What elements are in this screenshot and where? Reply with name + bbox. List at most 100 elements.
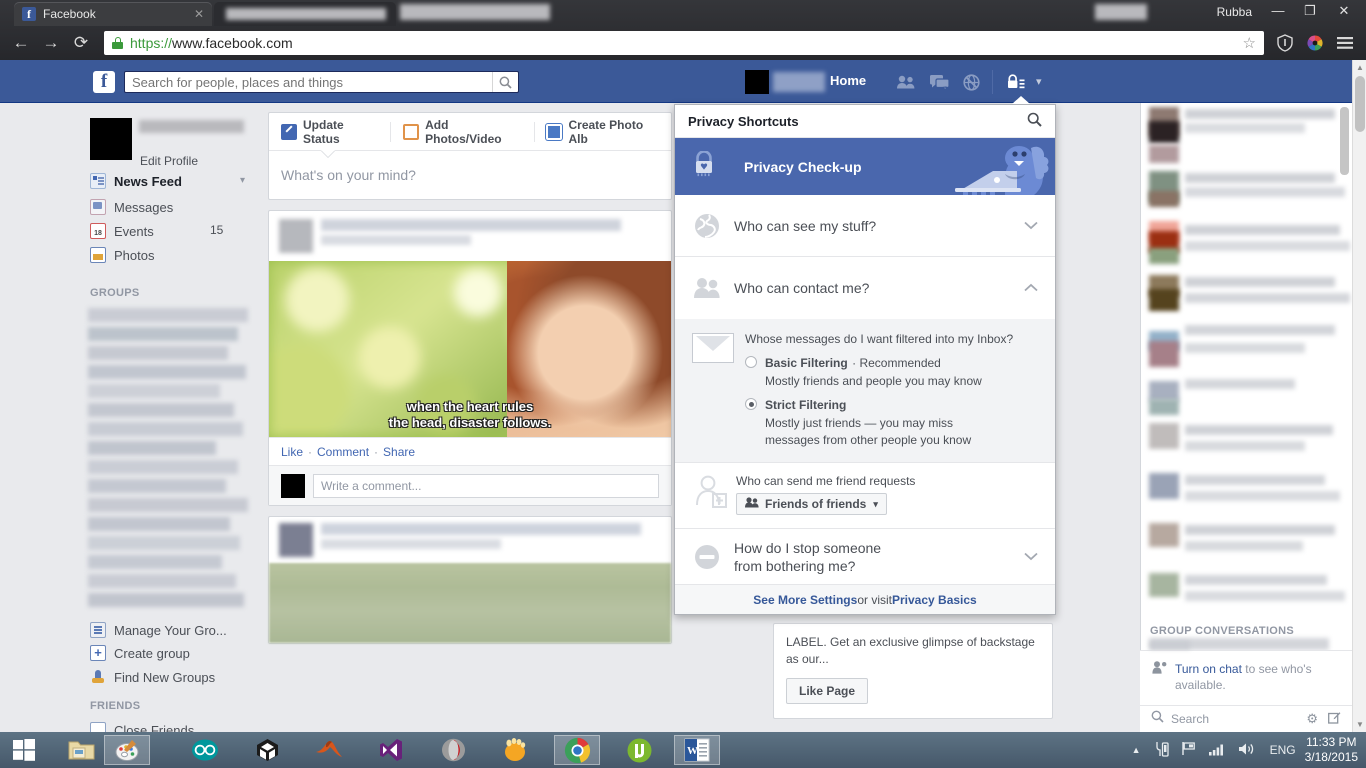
friend-requests-audience-selector[interactable]: Friends of friends ▾ [736, 493, 887, 515]
profile-row[interactable]: Edit Profile [90, 118, 260, 168]
facebook-logo-icon[interactable]: f [93, 71, 115, 93]
action-center-icon[interactable] [1153, 741, 1169, 760]
word-icon[interactable]: W [674, 735, 720, 765]
comment-link[interactable]: Comment [317, 445, 369, 459]
show-hidden-icons-button[interactable]: ▲ [1132, 745, 1141, 755]
radio-option-basic-filtering[interactable]: Basic Filtering · Recommended Mostly fri… [745, 354, 1038, 389]
forward-icon[interactable]: → [36, 28, 66, 58]
chevron-up-icon[interactable] [1024, 281, 1038, 295]
radio-button[interactable] [745, 356, 757, 368]
opera-icon[interactable] [430, 735, 476, 765]
blurred-ticker-avatar [1149, 191, 1179, 207]
chat-search-row[interactable]: Search ⚙ [1140, 705, 1352, 732]
notifications-globe-icon[interactable] [958, 71, 984, 93]
sidebar-item-messages[interactable]: Messages [90, 195, 173, 219]
sidebar-item-manage-groups[interactable]: Manage Your Gro... [90, 618, 227, 642]
sidebar-item-close-friends[interactable]: Close Friends [90, 718, 194, 732]
search-icon[interactable] [492, 72, 518, 92]
unity-icon[interactable] [244, 735, 290, 765]
language-indicator[interactable]: ENG [1270, 743, 1296, 757]
shield-extension-icon[interactable] [1270, 28, 1300, 58]
chevron-down-icon[interactable] [1024, 219, 1038, 233]
arduino-icon[interactable] [182, 735, 228, 765]
privacy-row-stop-bothering[interactable]: How do I stop someone from bothering me? [675, 529, 1055, 585]
window-minimize-button[interactable]: — [1262, 0, 1294, 22]
browser-tab-facebook[interactable]: f Facebook ✕ [14, 2, 212, 26]
avatar[interactable] [90, 118, 132, 160]
gear-icon[interactable]: ⚙ [1306, 711, 1318, 727]
window-close-button[interactable]: ✕ [1328, 0, 1360, 22]
visual-studio-icon[interactable] [368, 735, 414, 765]
chevron-down-icon[interactable]: ▾ [1036, 75, 1042, 88]
volume-icon[interactable] [1238, 742, 1255, 759]
blurred-profile-name[interactable] [773, 72, 825, 92]
search-icon[interactable] [1027, 112, 1042, 130]
tab-create-photo-album[interactable]: Create Photo Alb [534, 113, 671, 151]
friend-requests-icon[interactable] [893, 71, 919, 93]
reload-icon[interactable]: ⟳ [66, 28, 96, 58]
privacy-lock-icon[interactable] [1004, 71, 1028, 93]
see-more-settings-link[interactable]: See More Settings [753, 593, 857, 607]
scrollbar-thumb[interactable] [1355, 76, 1365, 132]
radio-option-strict-filtering[interactable]: Strict Filtering Mostly just friends — y… [745, 396, 1038, 448]
clock-date: 3/18/2015 [1304, 750, 1358, 764]
scroll-down-icon[interactable]: ▼ [1353, 717, 1366, 732]
back-icon[interactable]: ← [6, 28, 36, 58]
nav-home-link[interactable]: Home [830, 73, 866, 88]
sidebar-item-events[interactable]: 18 Events [90, 219, 154, 243]
clock[interactable]: 11:33 PM 3/18/2015 [1305, 735, 1358, 765]
like-page-button[interactable]: Like Page [786, 678, 869, 704]
gnome-icon[interactable] [492, 735, 538, 765]
paint-icon[interactable] [104, 735, 150, 765]
matlab-icon[interactable] [306, 735, 352, 765]
edit-profile-link[interactable]: Edit Profile [140, 154, 198, 168]
sidebar-item-find-groups[interactable]: Find New Groups [90, 665, 215, 689]
bookmark-star-icon[interactable]: ☆ [1243, 34, 1256, 52]
file-explorer-icon[interactable] [58, 735, 104, 765]
chat-search-input[interactable]: Search [1171, 712, 1209, 726]
sidebar-item-news-feed[interactable]: News Feed [90, 169, 182, 193]
privacy-row-who-can-see[interactable]: Who can see my stuff? [675, 195, 1055, 257]
avatar[interactable] [745, 70, 769, 94]
privacy-basics-link[interactable]: Privacy Basics [892, 593, 977, 607]
people-icon [692, 277, 722, 299]
privacy-dinosaur-icon [931, 138, 1051, 195]
color-wheel-extension-icon[interactable] [1300, 28, 1330, 58]
privacy-checkup-banner[interactable]: Privacy Check-up [675, 138, 1055, 195]
window-maximize-button[interactable]: ❐ [1294, 0, 1326, 22]
privacy-row-who-can-contact[interactable]: Who can contact me? [675, 257, 1055, 319]
ticker-scrollbar[interactable] [1340, 107, 1349, 175]
post-photo[interactable] [269, 563, 671, 643]
news-feed-icon [90, 173, 106, 189]
turn-on-chat-link[interactable]: Turn on chat [1175, 662, 1242, 676]
tab-update-status[interactable]: Update Status [269, 113, 390, 151]
tab-add-photos-video[interactable]: Add Photos/Video [391, 113, 533, 151]
flag-icon[interactable] [1181, 741, 1197, 759]
messages-icon[interactable] [926, 71, 952, 93]
status-input[interactable]: What's on your mind? [269, 151, 671, 199]
sidebar-item-create-group[interactable]: + Create group [90, 641, 190, 665]
chrome-menu-icon[interactable] [1330, 28, 1360, 58]
chevron-down-icon[interactable]: ▾ [240, 175, 245, 186]
scroll-up-icon[interactable]: ▲ [1353, 60, 1366, 75]
post-photo[interactable]: when the heart rules the head, disaster … [269, 261, 671, 437]
share-link[interactable]: Share [383, 445, 415, 459]
network-icon[interactable] [1208, 742, 1226, 759]
browser-tab-secondary[interactable] [214, 2, 396, 26]
radio-button-selected[interactable] [745, 398, 757, 410]
friend-requests-label: Who can send me friend requests [736, 474, 916, 488]
facebook-search-box[interactable] [124, 71, 519, 93]
address-bar[interactable]: https://www.facebook.com ☆ [104, 31, 1264, 55]
blurred-post-avatar [279, 219, 313, 253]
windows-start-icon[interactable] [0, 732, 48, 768]
like-link[interactable]: Like [281, 445, 303, 459]
close-icon[interactable]: ✕ [194, 8, 204, 20]
sidebar-item-photos[interactable]: Photos [90, 243, 154, 267]
page-scrollbar[interactable]: ▲ ▼ [1352, 60, 1366, 732]
chrome-icon[interactable] [554, 735, 600, 765]
comment-input[interactable]: Write a comment... [313, 473, 659, 498]
search-input[interactable] [125, 72, 492, 92]
compose-icon[interactable] [1328, 711, 1341, 727]
chevron-down-icon[interactable] [1024, 550, 1038, 564]
utorrent-icon[interactable] [616, 735, 662, 765]
